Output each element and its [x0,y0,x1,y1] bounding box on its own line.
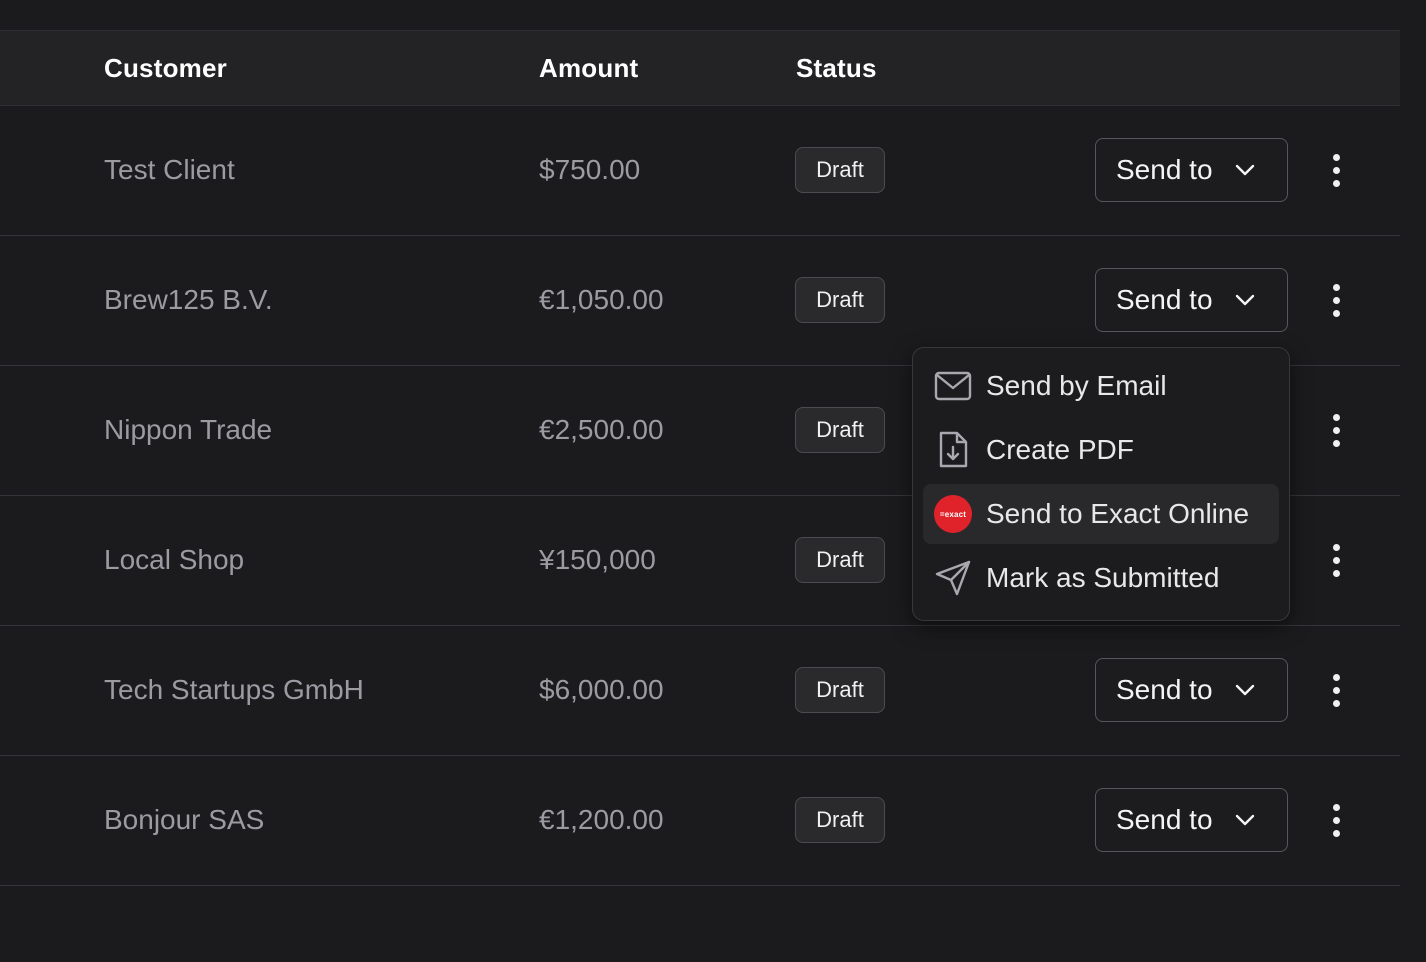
send-to-button[interactable]: Send to [1095,788,1288,852]
table-row: Bonjour SAS €1,200.00 Draft Send to [0,756,1400,886]
more-options-icon[interactable] [1318,404,1354,456]
status-badge: Draft [795,537,885,583]
header-amount: Amount [539,53,639,83]
invoice-amount: $750.00 [539,154,641,185]
chevron-down-icon [1235,684,1254,696]
chevron-down-icon [1235,164,1254,176]
send-to-label: Send to [1116,674,1213,705]
chevron-down-icon [1235,814,1254,826]
invoice-page: Customer Amount Status Test Client $750.… [0,0,1426,962]
invoice-amount: €1,200.00 [539,804,664,835]
menu-item-label: Send to Exact Online [986,498,1250,529]
send-to-label: Send to [1116,284,1213,315]
send-icon [933,558,973,598]
more-options-icon[interactable] [1318,274,1354,326]
file-download-icon [933,430,973,470]
send-to-button[interactable]: Send to [1095,268,1288,332]
more-options-icon[interactable] [1318,534,1354,586]
menu-item-mark-as-submitted[interactable]: Mark as Submitted [923,548,1279,608]
mail-icon [933,366,973,406]
table-row: Test Client $750.00 Draft Send to [0,106,1400,236]
invoice-amount: $6,000.00 [539,674,664,705]
menu-item-label: Send by Email [986,370,1167,401]
more-options-icon[interactable] [1318,144,1354,196]
invoice-amount: €1,050.00 [539,284,664,315]
more-options-icon[interactable] [1318,664,1354,716]
header-customer: Customer [104,53,227,83]
customer-name: Nippon Trade [104,414,273,445]
menu-item-send-to-exact-online[interactable]: =exact Send to Exact Online [923,484,1279,544]
customer-name: Bonjour SAS [104,804,265,835]
table-header: Customer Amount Status [0,30,1400,106]
status-badge: Draft [795,147,885,193]
send-to-label: Send to [1116,154,1213,185]
chevron-down-icon [1235,294,1254,306]
header-status: Status [796,53,877,83]
menu-item-label: Mark as Submitted [986,562,1220,593]
menu-item-create-pdf[interactable]: Create PDF [923,420,1279,480]
menu-item-send-by-email[interactable]: Send by Email [923,356,1279,416]
exact-logo-icon: =exact [933,494,973,534]
send-to-label: Send to [1116,804,1213,835]
customer-name: Test Client [104,154,235,185]
exact-logo: =exact [934,495,972,533]
status-badge: Draft [795,277,885,323]
customer-name: Brew125 B.V. [104,284,273,315]
invoice-amount: ¥150,000 [539,544,656,575]
send-to-dropdown-menu: Send by Email Create PDF =exact Send to … [912,347,1290,621]
send-to-button[interactable]: Send to [1095,658,1288,722]
customer-name: Local Shop [104,544,245,575]
table-row: Tech Startups GmbH $6,000.00 Draft Send … [0,626,1400,756]
status-badge: Draft [795,667,885,713]
customer-name: Tech Startups GmbH [104,674,364,705]
status-badge: Draft [795,797,885,843]
send-to-button[interactable]: Send to [1095,138,1288,202]
invoice-amount: €2,500.00 [539,414,664,445]
status-badge: Draft [795,407,885,453]
more-options-icon[interactable] [1318,794,1354,846]
menu-item-label: Create PDF [986,434,1134,465]
